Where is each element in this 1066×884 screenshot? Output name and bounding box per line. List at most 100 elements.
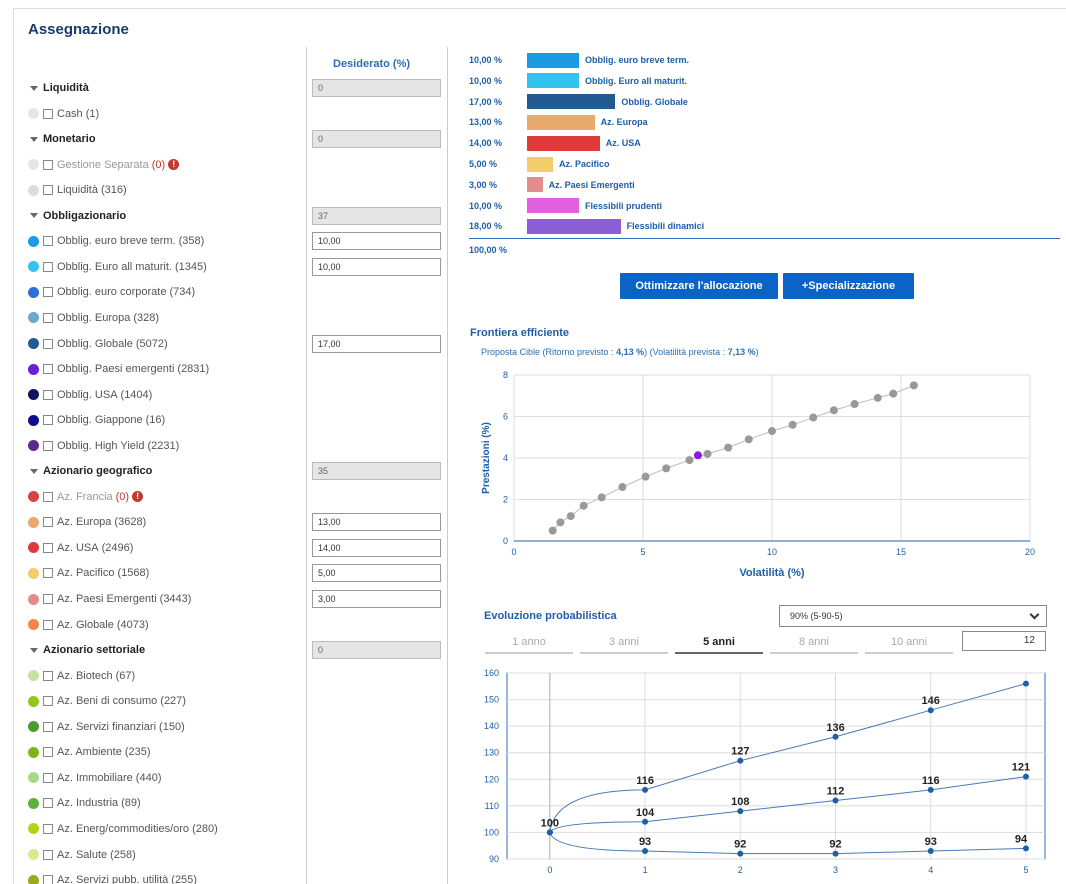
color-dot-icon — [28, 440, 39, 452]
color-dot-icon — [28, 286, 39, 298]
checkbox-icon — [43, 517, 53, 528]
asset-item[interactable]: Az. Biotech (67) — [28, 666, 135, 686]
desired-input[interactable]: 10,00 — [312, 257, 441, 276]
asset-label: Az. Biotech — [57, 669, 113, 682]
tab-1-anno[interactable]: 1 anno — [485, 634, 573, 654]
allocation-pct: 13,00 % — [469, 117, 503, 128]
asset-item[interactable]: Obblig. euro breve term. (358) — [28, 231, 204, 251]
group-header[interactable]: Azionario settoriale — [28, 640, 145, 660]
allocation-bar — [527, 114, 595, 130]
asset-label: Obblig. Paesi emergenti — [57, 363, 175, 376]
color-dot-icon — [28, 159, 39, 171]
desired-input[interactable]: 14,00 — [312, 538, 441, 557]
asset-item[interactable]: Obblig. Globale (5072) — [28, 334, 168, 354]
specialize-button[interactable]: +Specializzazione — [783, 273, 914, 299]
asset-item[interactable]: Az. Pacifico (1568) — [28, 563, 149, 583]
allocation-label: Obblig. Globale — [621, 96, 688, 107]
allocation-bar — [527, 198, 579, 214]
allocation-row: 17,00 % Obblig. Globale — [469, 94, 688, 110]
optimize-button[interactable]: Ottimizzare l'allocazione — [620, 273, 778, 299]
frontier-return: 4,13 % — [616, 347, 645, 357]
expand-triangle-icon — [30, 213, 38, 219]
asset-item[interactable]: Az. Ambiente (235) — [28, 742, 151, 762]
asset-label: Az. Immobiliare — [57, 771, 133, 784]
checkbox-icon — [43, 185, 53, 196]
asset-item[interactable]: Az. Immobiliare (440) — [28, 768, 161, 788]
asset-item[interactable]: Obblig. Giappone (16) — [28, 410, 165, 430]
group-header[interactable]: Monetario — [28, 129, 96, 149]
asset-item[interactable]: Az. Francia (0)! — [28, 487, 144, 507]
asset-item[interactable]: Az. Europa (3628) — [28, 512, 146, 532]
allocation-bar — [527, 73, 579, 89]
group-header[interactable]: Azionario geografico — [28, 461, 152, 481]
asset-item[interactable]: Gestione Separata (0)! — [28, 155, 180, 175]
asset-item[interactable]: Az. Globale (4073) — [28, 615, 149, 635]
allocation-bar — [527, 156, 553, 172]
asset-item[interactable]: Cash (1) — [28, 104, 99, 124]
tab-5-anni[interactable]: 5 anni — [675, 634, 763, 654]
checkbox-icon — [43, 287, 53, 298]
allocation-bar — [527, 218, 621, 234]
allocation-pct: 3,00 % — [469, 179, 498, 190]
asset-item[interactable]: Obblig. High Yield (2231) — [28, 436, 179, 456]
checkbox-icon — [43, 747, 53, 758]
allocation-row: 18,00 % Flessibili dinamici — [469, 218, 704, 234]
desired-input[interactable]: 5,00 — [312, 564, 441, 583]
scenario-select[interactable]: 90% (5-90-5) — [779, 605, 1047, 627]
asset-count: (1568) — [117, 567, 150, 580]
custom-years-input[interactable]: 12 — [962, 631, 1046, 651]
asset-count: (235) — [124, 746, 151, 759]
asset-item[interactable]: Obblig. Europa (328) — [28, 308, 159, 328]
color-dot-icon — [28, 746, 39, 758]
asset-item[interactable]: Obblig. euro corporate (734) — [28, 282, 195, 302]
tab-8-anni[interactable]: 8 anni — [770, 634, 858, 654]
desired-input[interactable]: 13,00 — [312, 513, 441, 532]
asset-item[interactable]: Az. Industria (89) — [28, 793, 141, 813]
allocation-label: Az. Paesi Emergenti — [548, 179, 635, 190]
desired-input[interactable]: 3,00 — [312, 590, 441, 608]
asset-item[interactable]: Obblig. Euro all maturit. (1345) — [28, 257, 207, 277]
allocation-label: Az. USA — [605, 138, 641, 149]
allocation-row: 3,00 % Az. Paesi Emergenti — [469, 177, 635, 193]
group-total-field: 0 — [312, 79, 441, 97]
checkbox-icon — [43, 338, 53, 349]
desired-input[interactable]: 17,00 — [312, 334, 441, 353]
asset-label: Obblig. Euro all maturit. — [57, 260, 172, 273]
allocation-pct: 10,00 % — [469, 200, 503, 211]
asset-item[interactable]: Az. Paesi Emergenti (3443) — [28, 589, 191, 609]
group-label: Monetario — [43, 133, 96, 146]
asset-item[interactable]: Obblig. USA (1404) — [28, 385, 152, 405]
group-label: Liquidità — [43, 82, 89, 94]
asset-item[interactable]: Liquidità (316) — [28, 180, 127, 200]
asset-label: Obblig. Globale — [57, 337, 133, 350]
group-header[interactable]: Obbligazionario — [28, 206, 126, 226]
asset-count: (316) — [100, 184, 127, 197]
asset-item[interactable]: Az. USA (2496) — [28, 538, 133, 558]
asset-label: Cash — [57, 107, 83, 120]
checkbox-icon — [43, 798, 53, 809]
asset-item[interactable]: Az. Servizi finanziari (150) — [28, 717, 185, 737]
asset-label: Liquidità — [57, 184, 98, 197]
checkbox-icon — [43, 696, 53, 707]
allocation-label: Flessibili prudenti — [585, 200, 663, 211]
desired-input[interactable]: 10,00 — [312, 232, 441, 251]
asset-label: Az. Servizi pubb. utilità — [57, 874, 169, 884]
tab-10-anni[interactable]: 10 anni — [865, 634, 953, 654]
asset-count: (2496) — [101, 541, 134, 554]
group-header[interactable]: Liquidità — [28, 78, 89, 98]
asset-count: (3443) — [159, 593, 192, 605]
asset-label: Az. Beni di consumo — [57, 695, 158, 708]
asset-item[interactable]: Az. Beni di consumo (227) — [28, 691, 186, 711]
checkbox-icon — [43, 415, 53, 426]
color-dot-icon — [28, 823, 39, 835]
group-label: Obbligazionario — [43, 209, 127, 222]
tab-3-anni[interactable]: 3 anni — [580, 634, 668, 654]
allocation-bar — [527, 94, 616, 110]
asset-item[interactable]: Az. Servizi pubb. utilità (255) — [28, 870, 197, 884]
asset-item[interactable]: Obblig. Paesi emergenti (2831) — [28, 359, 209, 379]
asset-item[interactable]: Az. Energ/commodities/oro (280) — [28, 819, 218, 839]
asset-item[interactable]: Az. Salute (258) — [28, 845, 136, 865]
allocation-total: 100,00 % — [469, 245, 508, 255]
checkbox-icon — [43, 108, 53, 119]
color-dot-icon — [28, 389, 39, 401]
